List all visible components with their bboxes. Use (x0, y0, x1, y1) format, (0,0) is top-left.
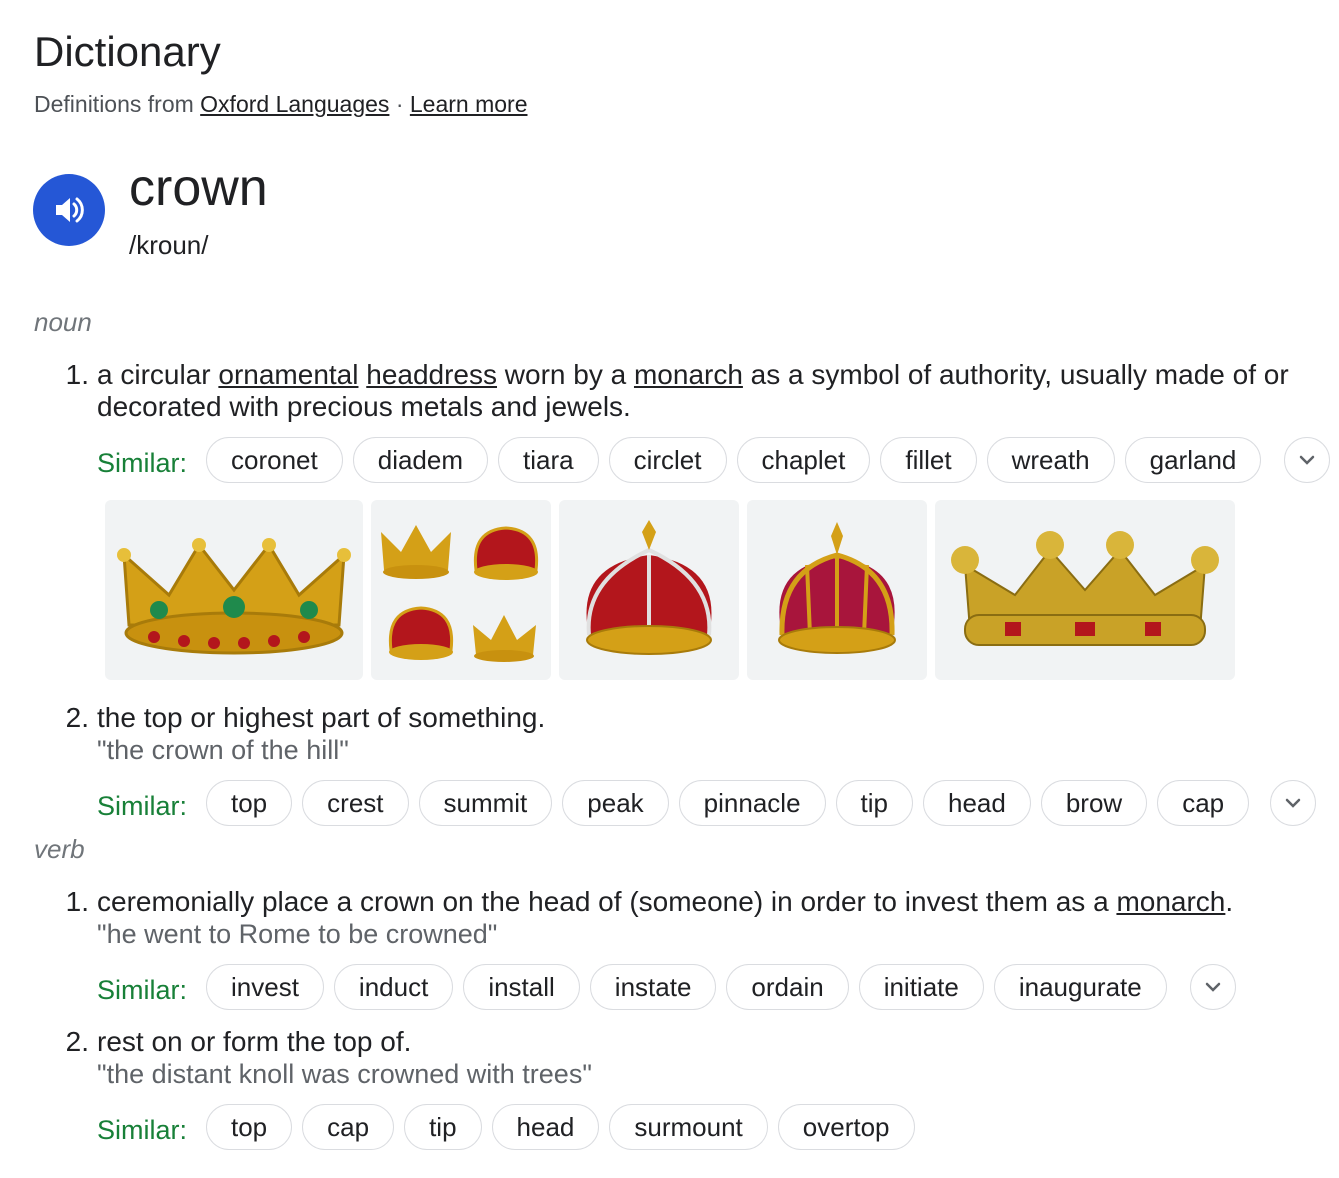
verb-sense-2-example: "the distant knoll was crowned with tree… (97, 1059, 592, 1089)
similar-chip[interactable]: garland (1124, 437, 1262, 483)
crown-illustration (778, 522, 896, 654)
similar-chip[interactable]: diadem (352, 437, 489, 483)
verb-sense-2-number: 2. (65, 1026, 89, 1057)
crown-image-5[interactable] (935, 500, 1235, 680)
monarch-link[interactable]: monarch (634, 359, 743, 390)
dictionary-title: Dictionary (34, 28, 221, 75)
part-of-speech-verb: verb (34, 834, 85, 864)
ornamental-link[interactable]: ornamental (218, 359, 358, 390)
noun-sense-2-example: "the crown of the hill" (97, 735, 349, 765)
chevron-down-icon (1299, 455, 1315, 465)
chevron-down-icon (1205, 982, 1221, 992)
similar-chip[interactable]: brow (1040, 780, 1148, 826)
definition-text: . (1225, 886, 1234, 917)
crown-image-2[interactable] (371, 500, 551, 680)
verb-sense-1-example: "he went to Rome to be crowned" (97, 919, 498, 949)
similar-chip[interactable]: pinnacle (678, 780, 826, 826)
similar-chip[interactable]: tip (404, 1104, 482, 1150)
similar-chip[interactable]: crest (302, 780, 409, 826)
noun-sense-1-number: 1. (65, 359, 89, 390)
noun-sense-2-similar-chips: top crest summit peak pinnacle tip head … (206, 780, 1250, 826)
definition-text: a circular (97, 359, 219, 390)
noun-sense-1-definition: a circular ornamental headdress worn by … (97, 359, 1312, 423)
crown-image-1[interactable] (105, 500, 363, 680)
similar-label: Similar: (97, 448, 188, 478)
definition-text: ceremonially place a crown on the head o… (97, 886, 1117, 917)
crown-illustration (951, 531, 1219, 646)
monarch-link[interactable]: monarch (1116, 886, 1225, 917)
similar-chip[interactable]: top (206, 780, 293, 826)
similar-label: Similar: (97, 1115, 188, 1145)
oxford-languages-link[interactable]: Oxford Languages (200, 91, 389, 117)
dictionary-source: Definitions from Oxford Languages · Lear… (34, 88, 528, 120)
expand-similar-button[interactable] (1270, 780, 1316, 826)
verb-sense-1-similar-chips: invest induct install instate ordain ini… (206, 964, 1167, 1010)
headword: crown (129, 159, 268, 217)
similar-chip[interactable]: wreath (986, 437, 1115, 483)
similar-chip[interactable]: summit (418, 780, 553, 826)
expand-similar-button[interactable] (1190, 964, 1236, 1010)
similar-chip[interactable]: tip (835, 780, 913, 826)
similar-chip[interactable]: chaplet (736, 437, 871, 483)
similar-chip[interactable]: fillet (880, 437, 977, 483)
similar-chip[interactable]: instate (589, 964, 717, 1010)
crown-image-4[interactable] (747, 500, 927, 680)
similar-chip[interactable]: cap (302, 1104, 395, 1150)
noun-sense-1-similar-chips: coronet diadem tiara circlet chaplet fil… (206, 437, 1262, 483)
crown-illustration (586, 520, 712, 655)
verb-sense-1-number: 1. (65, 886, 89, 917)
similar-chip[interactable]: ordain (726, 964, 849, 1010)
pronunciation-button[interactable] (33, 174, 105, 246)
similar-chip[interactable]: invest (206, 964, 324, 1010)
source-prefix: Definitions from (34, 91, 194, 117)
headdress-link[interactable]: headdress (366, 359, 497, 390)
learn-more-link[interactable]: Learn more (410, 91, 528, 117)
similar-chip[interactable]: top (206, 1104, 293, 1150)
similar-chip[interactable]: circlet (608, 437, 727, 483)
similar-chip[interactable]: inaugurate (993, 964, 1167, 1010)
similar-chip[interactable]: install (463, 964, 580, 1010)
crown-image-3[interactable] (559, 500, 739, 680)
crown-illustration (381, 525, 539, 662)
similar-chip[interactable]: initiate (858, 964, 984, 1010)
separator: · (395, 91, 404, 117)
noun-sense-2-definition: the top or highest part of something. (97, 702, 546, 733)
crown-illustration (117, 538, 351, 655)
similar-chip[interactable]: coronet (206, 437, 343, 483)
verb-sense-2-definition: rest on or form the top of. (97, 1026, 412, 1057)
similar-chip[interactable]: tiara (498, 437, 599, 483)
chevron-down-icon (1285, 798, 1301, 808)
phonetic-spelling: /kroun/ (129, 230, 209, 260)
expand-similar-button[interactable] (1284, 437, 1330, 483)
definition-text: worn by a (497, 359, 634, 390)
noun-sense-2-number: 2. (65, 702, 89, 733)
verb-sense-2-similar-chips: top cap tip head surmount overtop (206, 1104, 915, 1150)
similar-chip[interactable]: overtop (777, 1104, 915, 1150)
speaker-icon (56, 197, 84, 223)
verb-sense-1-definition: ceremonially place a crown on the head o… (97, 886, 1233, 918)
similar-chip[interactable]: induct (333, 964, 454, 1010)
similar-chip[interactable]: cap (1157, 780, 1250, 826)
crown-image-strip (105, 500, 1235, 680)
similar-chip[interactable]: surmount (609, 1104, 768, 1150)
similar-label: Similar: (97, 791, 188, 821)
part-of-speech-noun: noun (34, 307, 92, 337)
similar-chip[interactable]: head (923, 780, 1031, 826)
similar-chip[interactable]: peak (562, 780, 669, 826)
similar-chip[interactable]: head (491, 1104, 600, 1150)
similar-label: Similar: (97, 975, 188, 1005)
